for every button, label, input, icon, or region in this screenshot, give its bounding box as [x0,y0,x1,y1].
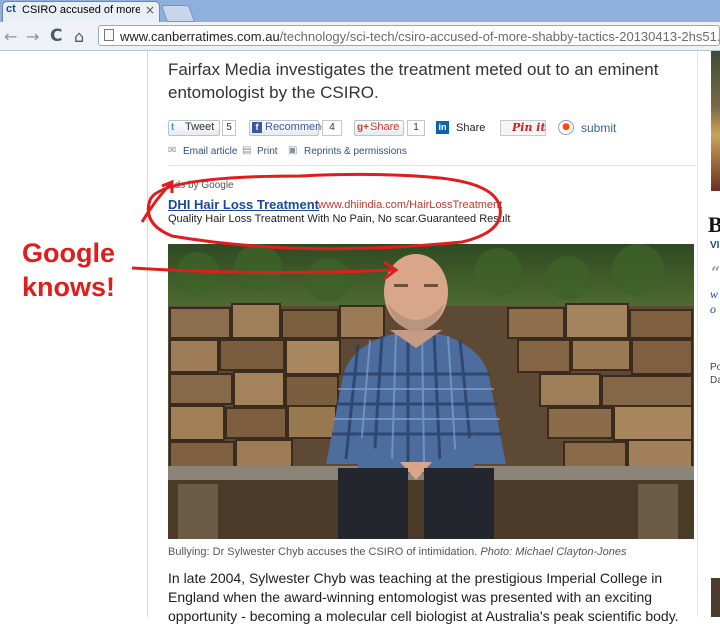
divider [168,165,696,166]
google-plus-share-label: Share [370,121,400,133]
recommend-label: Recommend [265,121,328,133]
right-column-image-2[interactable] [711,578,720,617]
printer-icon: ▤ [242,145,252,156]
pin-it-label: Pin it [512,121,546,134]
ad-title-link[interactable]: DHI Hair Loss Treatment [168,197,319,212]
page-icon [104,29,114,41]
linkedin-share-label: Share [456,122,486,134]
url-domain: www.canberratimes.com.au [120,29,280,44]
new-tab-button[interactable] [160,5,196,22]
article-photo [168,244,694,539]
reddit-alien-icon[interactable]: ● [558,120,574,135]
annotation-line2: knows! [22,272,116,302]
right-column-heading-fragment: B [708,212,720,237]
ad-description: Quality Hair Loss Treatment With No Pain… [168,213,511,225]
twitter-icon: t [171,122,175,133]
home-icon[interactable]: ⌂ [74,27,84,46]
email-icon: ✉ [168,145,177,156]
google-plus-icon: g+ [357,122,369,133]
forward-arrow-icon[interactable]: → [26,27,39,46]
back-arrow-icon[interactable]: ← [4,27,17,46]
right-column-image[interactable] [711,51,720,191]
site-favicon-icon: ct [6,3,16,15]
annotation-line1: Google [22,238,115,268]
photo-caption: Bullying: Dr Sylwester Chyb accuses the … [168,546,627,558]
quote-icon: “ [711,263,720,282]
print-link[interactable]: Print [257,146,278,157]
caption-text: Bullying: Dr Sylwester Chyb accuses the … [168,546,478,558]
tab-title: CSIRO accused of more shabby [22,4,140,16]
linkedin-icon: in [436,121,449,134]
recommend-count: 4 [322,120,342,136]
right-column-text-fragment-1: Po [710,362,720,373]
facebook-icon: f [252,122,262,133]
right-column-text-fragment-2: Da [710,375,720,386]
ads-by-google-label: Ads by Google [168,180,234,191]
right-column-quote-fragment-1[interactable]: w [710,287,718,302]
tab-close-icon[interactable]: × [145,3,155,17]
google-plus-count: 1 [407,120,425,136]
email-article-link[interactable]: Email article [183,146,237,157]
tweet-count: 5 [222,120,236,136]
reprints-icon: ▣ [288,145,298,156]
url-path: /technology/sci-tech/csiro-accused-of-mo… [279,29,720,44]
reprints-link[interactable]: Reprints & permissions [304,146,407,157]
right-column-link-fragment[interactable]: VI [710,240,719,251]
article-intro: Fairfax Media investigates the treatment… [168,60,659,102]
reload-icon[interactable]: C [50,26,62,46]
content-left-border [147,51,148,617]
ad-url-link[interactable]: www.dhiindia.com/HairLossTreatment [318,199,502,211]
url-text[interactable]: www.canberratimes.com.au/technology/sci-… [120,29,720,44]
tweet-label: Tweet [185,121,215,133]
article-body: In late 2004, Sylwester Chyb was teachin… [168,570,679,624]
photo-credit: Photo: Michael Clayton-Jones [480,546,627,558]
right-column-quote-fragment-2[interactable]: o [710,302,716,317]
right-column-divider [697,51,698,617]
reddit-submit-link[interactable]: submit [581,121,616,135]
